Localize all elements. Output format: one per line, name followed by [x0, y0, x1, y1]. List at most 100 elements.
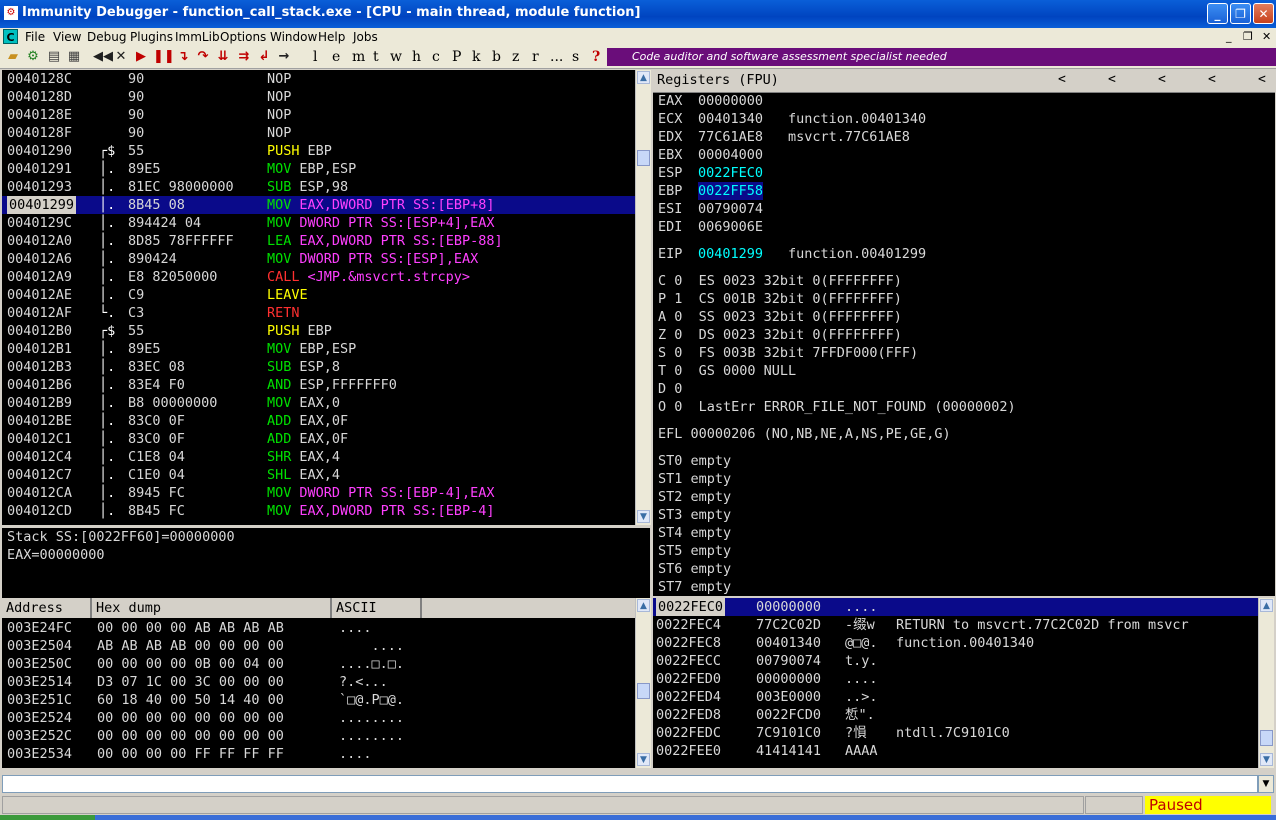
menu-file[interactable]: File — [25, 30, 45, 44]
run-icon[interactable]: ▶ — [134, 48, 148, 66]
cpu-window-icon[interactable]: C — [3, 29, 18, 44]
scroll-up-arrow[interactable]: ▲ — [637, 599, 650, 612]
reg-nav-arrow[interactable]: < — [1258, 72, 1266, 87]
menu-jobs[interactable]: Jobs — [353, 30, 378, 44]
fpu-row[interactable]: ST0 empty — [653, 452, 1273, 470]
windows-window-button[interactable]: w — [390, 48, 402, 66]
dump-row[interactable]: 003E252C 00 00 00 00 00 00 00 00........ — [2, 727, 635, 745]
stack-row[interactable]: 0022FEC0 00000000.... — [653, 598, 1258, 616]
close-process-icon[interactable]: ✕ — [114, 48, 128, 66]
disasm-row[interactable]: 004012C4 │. C1E8 04 SHR EAX,4 — [2, 448, 635, 466]
cpu-view-icon[interactable]: ▤ — [46, 48, 62, 66]
stack-row[interactable]: 0022FECC 00790074 t.y. — [653, 652, 1258, 670]
disasm-row[interactable]: 004012A9 │. E8 82050000 CALL <JMP.&msvcrt.st… — [2, 268, 635, 286]
step-into-icon[interactable]: ↴ — [175, 48, 191, 66]
reg-nav-arrow[interactable]: < — [1208, 72, 1216, 87]
disasm-row[interactable]: 0040128F 90 NOP — [2, 124, 635, 142]
breakpoints-window-button[interactable]: b — [492, 48, 501, 66]
disassembly-pane[interactable]: 0040128C 90 NOP 0040128D 90 NOP 0040128E 90 N… — [2, 70, 635, 525]
register-row[interactable]: EDX 77C61AE8 msvcrt.77C61AE8 — [653, 128, 1273, 146]
disasm-row[interactable]: 0040129C │. 894424 04 MOV DWORD PTR SS:[ESP+… — [2, 214, 635, 232]
open-file-icon[interactable]: ▰ — [5, 48, 21, 66]
cpu-window-button[interactable]: c — [432, 48, 440, 66]
disasm-row[interactable]: 004012A6 │. 890424 MOV DWORD PTR SS:[ESP],EA… — [2, 250, 635, 268]
memory-map-icon[interactable]: ▦ — [66, 48, 82, 66]
help-button[interactable]: ? — [592, 48, 600, 66]
scroll-thumb[interactable] — [637, 683, 650, 699]
disasm-row[interactable]: 004012B3 │. 83EC 08 SUB ESP,8 — [2, 358, 635, 376]
mdi-restore-button[interactable]: ❐ — [1243, 30, 1253, 43]
registers-pane[interactable]: EAX 00000000 ECX 00401340 function.00401340 E… — [653, 70, 1275, 596]
flag-row[interactable]: P 1 CS 001B 32bit 0(FFFFFFFF) — [653, 290, 1273, 308]
mdi-minimize-button[interactable]: _ — [1226, 30, 1232, 43]
scroll-down-arrow[interactable]: ▼ — [637, 753, 650, 766]
menu-immlib[interactable]: ImmLib — [175, 30, 220, 44]
execute-till-return-icon[interactable]: ↲ — [256, 48, 272, 66]
scroll-up-arrow[interactable]: ▲ — [1260, 599, 1273, 612]
menu-window[interactable]: Window — [270, 30, 317, 44]
dump-row[interactable]: 003E251C 60 18 40 00 50 14 40 00 `□@.P□@. — [2, 691, 635, 709]
disasm-row[interactable]: 004012B6 │. 83E4 F0 AND ESP,FFFFFFF0 — [2, 376, 635, 394]
stack-row[interactable]: 0022FEC4 77C2C02D -缀w RETURN to msvcrt.77C2… — [653, 616, 1258, 634]
close-button[interactable]: ✕ — [1253, 3, 1274, 24]
patches-window-button[interactable]: P — [452, 48, 461, 66]
command-input[interactable] — [2, 775, 1258, 793]
dump-scrollbar[interactable]: ▲ ▼ — [635, 598, 651, 768]
go-to-address-icon[interactable]: → — [276, 48, 292, 66]
threads-window-button[interactable]: t — [373, 48, 379, 66]
trace-over-icon[interactable]: ⇉ — [236, 48, 252, 66]
dump-header-address[interactable]: Address — [2, 598, 92, 618]
dump-row[interactable]: 003E2524 00 00 00 00 00 00 00 00........ — [2, 709, 635, 727]
disasm-row[interactable]: 004012CD │. 8B45 FC MOV EAX,DWORD PTR SS:[EB… — [2, 502, 635, 520]
modules-window-button[interactable]: e — [332, 48, 340, 66]
attach-icon[interactable]: ⚙ — [25, 48, 41, 66]
stack-row[interactable]: 0022FEDC 7C9101C0 ?愪 ntdll.7C9101C0 — [653, 724, 1258, 742]
fpu-row[interactable]: ST4 empty — [653, 524, 1273, 542]
disasm-row[interactable]: 00401290 ┌$ 55 PUSH EBP — [2, 142, 635, 160]
dump-row[interactable]: 003E2504 AB AB AB AB 00 00 00 00 .... — [2, 637, 635, 655]
disasm-row[interactable]: 004012B0 ┌$ 55 PUSH EBP — [2, 322, 635, 340]
dump-row[interactable]: 003E250C 00 00 00 00 0B 00 04 00 ....□.□. — [2, 655, 635, 673]
registers-header[interactable]: Registers (FPU) < < < < < — [653, 70, 1275, 93]
step-over-icon[interactable]: ↷ — [195, 48, 211, 66]
fpu-row[interactable]: ST7 empty — [653, 578, 1273, 596]
register-row[interactable]: EAX 00000000 — [653, 92, 1273, 110]
scroll-down-arrow[interactable]: ▼ — [637, 510, 650, 523]
fpu-row[interactable]: ST6 empty — [653, 560, 1273, 578]
hex-dump-pane[interactable]: Address Hex dump ASCII 003E24FC 00 00 00 … — [2, 598, 635, 768]
register-row[interactable]: EBX 00004000 — [653, 146, 1273, 164]
scroll-thumb[interactable] — [637, 150, 650, 166]
dump-header-hex[interactable]: Hex dump — [92, 598, 332, 618]
app-icon[interactable]: ⚙ — [4, 6, 18, 20]
menu-plugins[interactable]: Plugins — [130, 30, 173, 44]
stack-row[interactable]: 0022FED8 0022FCD0 惁". — [653, 706, 1258, 724]
disasm-row[interactable]: 004012B1 │. 89E5 MOV EBP,ESP — [2, 340, 635, 358]
minimize-button[interactable]: _ — [1207, 3, 1228, 24]
disasm-row[interactable]: 004012C7 │. C1E0 04 SHL EAX,4 — [2, 466, 635, 484]
register-row[interactable]: ESP 0022FEC0 — [653, 164, 1273, 182]
flag-row[interactable]: A 0 SS 0023 32bit 0(FFFFFFFF) — [653, 308, 1273, 326]
reg-nav-arrow[interactable]: < — [1058, 72, 1066, 87]
stack-pane[interactable]: 0022FEC0 00000000.... 0022FEC4 77C2C02D -缀w R… — [653, 598, 1258, 768]
menu-view[interactable]: View — [53, 30, 81, 44]
efl-row[interactable]: EFL 00000206 (NO,NB,NE,A,NS,PE,GE,G) — [653, 425, 1273, 443]
menu-options[interactable]: Options — [220, 30, 266, 44]
dump-row[interactable]: 003E2534 00 00 00 00 FF FF FF FF.... — [2, 745, 635, 763]
register-row[interactable]: EDI 0069006E — [653, 218, 1273, 236]
scroll-thumb[interactable] — [1260, 730, 1273, 746]
advert-banner[interactable]: Code auditor and software assessment spe… — [607, 48, 1276, 66]
disasm-row[interactable]: 00401291 │. 89E5 MOV EBP,ESP — [2, 160, 635, 178]
flag-row[interactable]: S 0 FS 003B 32bit 7FFDF000(FFF) — [653, 344, 1273, 362]
call-stack-window-button[interactable]: k — [472, 48, 480, 66]
pause-icon[interactable]: ❚❚ — [153, 48, 175, 66]
mdi-close-button[interactable]: ✕ — [1262, 30, 1271, 43]
flag-row[interactable]: O 0 LastErr ERROR_FILE_NOT_FOUND (000000… — [653, 398, 1273, 416]
trace-into-icon[interactable]: ⇊ — [215, 48, 231, 66]
fpu-row[interactable]: ST2 empty — [653, 488, 1273, 506]
rewind-icon[interactable]: ◀◀ — [93, 48, 113, 66]
log-window-button[interactable]: l — [313, 48, 317, 66]
flag-row[interactable]: Z 0 DS 0023 32bit 0(FFFFFFFF) — [653, 326, 1273, 344]
references-window-button[interactable]: r — [532, 48, 539, 66]
disasm-row[interactable]: 004012B9 │. B8 00000000 MOV EAX,0 — [2, 394, 635, 412]
menu-debug[interactable]: Debug — [87, 30, 126, 44]
